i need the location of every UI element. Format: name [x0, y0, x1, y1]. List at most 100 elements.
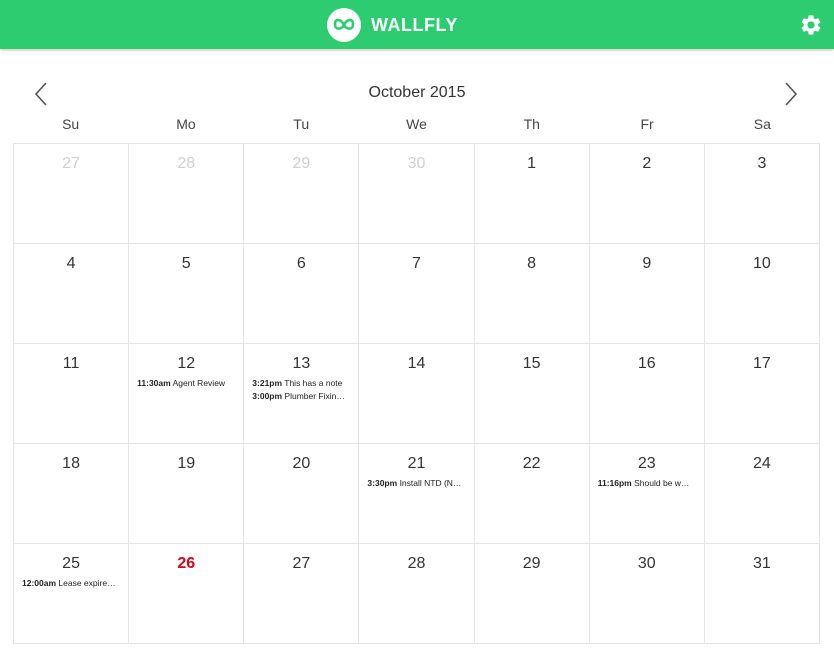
day-cell[interactable]: 11	[14, 344, 130, 444]
day-cell[interactable]: 24	[704, 444, 820, 544]
day-number: 20	[292, 455, 311, 472]
day-cell[interactable]: 17	[704, 344, 820, 444]
day-cell[interactable]: 29	[244, 144, 360, 244]
event-title: Agent Review	[172, 378, 226, 388]
day-number: 30	[637, 555, 656, 572]
weekday-label: Su	[62, 116, 80, 132]
weekday-header-row: Su Mo Tu We Th Fr Sa	[13, 116, 820, 136]
day-number: 28	[407, 555, 426, 572]
weekday-label: Sa	[753, 116, 771, 132]
day-cell[interactable]: 13 3:21pm This has a note 3:00pm Plumber F…	[244, 344, 360, 444]
day-cell[interactable]: 29	[474, 544, 590, 644]
day-number: 8	[527, 255, 537, 272]
day-number: 23	[637, 455, 656, 472]
event-item[interactable]: 3:00pm Plumber Fixin…	[252, 390, 352, 403]
event-item[interactable]: 11:16pm Should be w…	[598, 477, 698, 490]
day-number: 3	[757, 155, 767, 172]
event-list: 12:00am Lease expire…	[14, 577, 128, 590]
day-cell[interactable]: 22	[474, 444, 590, 544]
day-cell[interactable]: 2	[589, 144, 705, 244]
day-number: 9	[642, 255, 652, 272]
weekday-label: Th	[523, 116, 540, 132]
wallfly-logo-icon	[327, 8, 361, 42]
day-number: 7	[412, 255, 421, 272]
day-cell[interactable]: 7	[359, 244, 475, 344]
day-cell[interactable]: 19	[129, 444, 245, 544]
event-time: 3:21pm	[252, 378, 283, 388]
day-cell[interactable]: 4	[14, 244, 130, 344]
day-number: 12	[177, 355, 196, 372]
day-cell-today[interactable]: 26	[129, 544, 245, 644]
weekday-label: Fr	[640, 116, 654, 132]
event-time: 11:16pm	[597, 478, 632, 488]
weekday-label: We	[406, 116, 427, 132]
day-number: 17	[753, 355, 771, 372]
day-number: 2	[642, 155, 652, 172]
day-number: 22	[522, 455, 541, 472]
event-title: Plumber Fixin…	[284, 391, 345, 401]
day-cell[interactable]: 30	[359, 144, 475, 244]
day-cell[interactable]: 14	[359, 344, 475, 444]
day-cell[interactable]: 27	[14, 144, 130, 244]
brand[interactable]: WALLFLY	[327, 8, 458, 42]
weekday-label: Mo	[176, 116, 196, 132]
day-number: 4	[66, 255, 76, 272]
day-number: 24	[753, 455, 771, 472]
day-number: 18	[62, 455, 80, 472]
day-cell[interactable]: 3	[704, 144, 820, 244]
day-cell[interactable]: 21 3:30pm Install NTD (N…	[359, 444, 475, 544]
day-cell[interactable]: 6	[244, 244, 360, 344]
day-cell[interactable]: 28	[359, 544, 475, 644]
event-list: 11:16pm Should be w…	[590, 477, 704, 490]
event-item[interactable]: 11:30am Agent Review	[137, 377, 237, 390]
gear-icon[interactable]	[799, 13, 823, 37]
event-time: 3:00pm	[252, 391, 283, 401]
top-bar: WALLFLY	[0, 0, 834, 49]
day-number: 29	[522, 555, 541, 572]
day-number: 27	[62, 155, 80, 172]
event-item[interactable]: 3:21pm This has a note	[252, 377, 352, 390]
day-cell[interactable]: 28	[129, 144, 245, 244]
event-list: 11:30am Agent Review	[129, 377, 243, 390]
day-number: 25	[62, 555, 80, 572]
day-number: 13	[292, 355, 311, 372]
day-cell[interactable]: 16	[589, 344, 705, 444]
event-list: 3:30pm Install NTD (N…	[359, 477, 473, 490]
event-time: 11:30am	[137, 378, 171, 388]
day-number: 14	[407, 355, 426, 372]
day-number: 31	[753, 555, 771, 572]
event-title: Install NTD (N…	[399, 478, 462, 488]
day-cell[interactable]: 20	[244, 444, 360, 544]
day-cell[interactable]: 9	[589, 244, 705, 344]
day-cell[interactable]: 1	[474, 144, 590, 244]
day-cell[interactable]: 10	[704, 244, 820, 344]
day-number: 6	[296, 255, 306, 272]
day-number: 27	[292, 555, 311, 572]
day-number: 11	[62, 355, 80, 372]
day-cell[interactable]: 31	[704, 544, 820, 644]
day-number: 16	[637, 355, 656, 372]
event-title: This has a note	[284, 378, 343, 388]
day-cell[interactable]: 27	[244, 544, 360, 644]
day-cell[interactable]: 12 11:30am Agent Review	[129, 344, 245, 444]
day-cell[interactable]: 23 11:16pm Should be w…	[589, 444, 705, 544]
day-number: 15	[522, 355, 541, 372]
app-name: WALLFLY	[371, 14, 458, 35]
day-number: 5	[181, 255, 191, 272]
day-number: 26	[177, 555, 196, 572]
event-item[interactable]: 12:00am Lease expire…	[22, 577, 122, 590]
day-cell[interactable]: 25 12:00am Lease expire…	[14, 544, 130, 644]
day-cell[interactable]: 8	[474, 244, 590, 344]
event-time: 3:30pm	[367, 478, 398, 488]
day-cell[interactable]: 15	[474, 344, 590, 444]
day-cell[interactable]: 30	[589, 544, 705, 644]
day-number: 1	[527, 155, 537, 172]
event-item[interactable]: 3:30pm Install NTD (N…	[367, 477, 467, 490]
month-header: October 2015	[0, 76, 834, 110]
day-cell[interactable]: 18	[14, 444, 130, 544]
event-list: 3:21pm This has a note 3:00pm Plumber Fix…	[244, 377, 358, 403]
chevron-right-icon[interactable]	[778, 80, 804, 108]
day-cell[interactable]: 5	[129, 244, 245, 344]
day-number: 21	[407, 455, 426, 472]
event-time: 12:00am	[22, 578, 57, 588]
